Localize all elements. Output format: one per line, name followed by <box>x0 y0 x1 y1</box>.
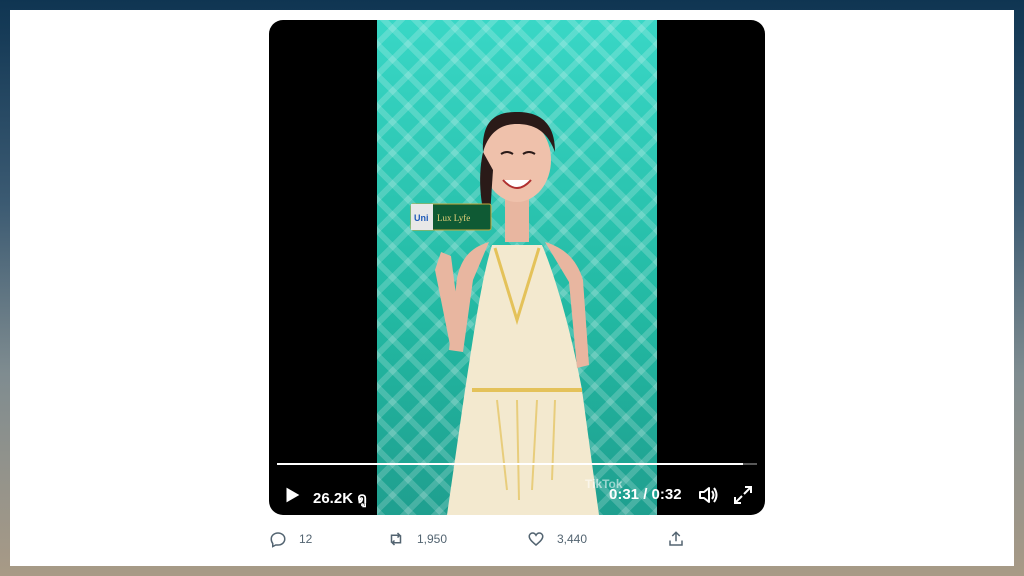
play-icon[interactable] <box>281 484 303 506</box>
repost-button[interactable]: 1,950 <box>387 528 447 550</box>
tweet-actions: 12 1,950 3,440 <box>269 528 689 550</box>
product-name: Lux Lyfe <box>437 213 470 223</box>
reply-icon <box>270 532 286 548</box>
fullscreen-icon[interactable] <box>731 483 755 507</box>
video-controls: 26.2K ดู 0:31 / 0:32 <box>269 480 765 510</box>
product-brand: Uni <box>414 213 429 223</box>
video-progress-bar[interactable] <box>277 463 757 465</box>
woman-figure: Uni Lux Lyfe <box>410 112 599 515</box>
reply-button[interactable]: 12 <box>269 528 312 550</box>
video-frame: Uni Lux Lyfe <box>377 20 657 515</box>
video-progress-fill <box>277 463 743 465</box>
volume-icon[interactable] <box>696 483 720 507</box>
video-player[interactable]: Uni Lux Lyfe TikTok 26.2K ดู 0:31 / 0:32 <box>269 20 765 515</box>
repost-count: 1,950 <box>417 532 448 546</box>
like-icon <box>528 532 544 546</box>
repost-icon <box>390 532 402 546</box>
view-count: 26.2K ดู <box>313 490 367 507</box>
reply-count: 12 <box>299 532 313 546</box>
share-button[interactable] <box>667 528 685 550</box>
like-button[interactable]: 3,440 <box>527 528 587 550</box>
like-count: 3,440 <box>557 532 588 546</box>
time-display: 0:31 / 0:32 <box>609 486 682 503</box>
share-icon <box>669 531 683 546</box>
